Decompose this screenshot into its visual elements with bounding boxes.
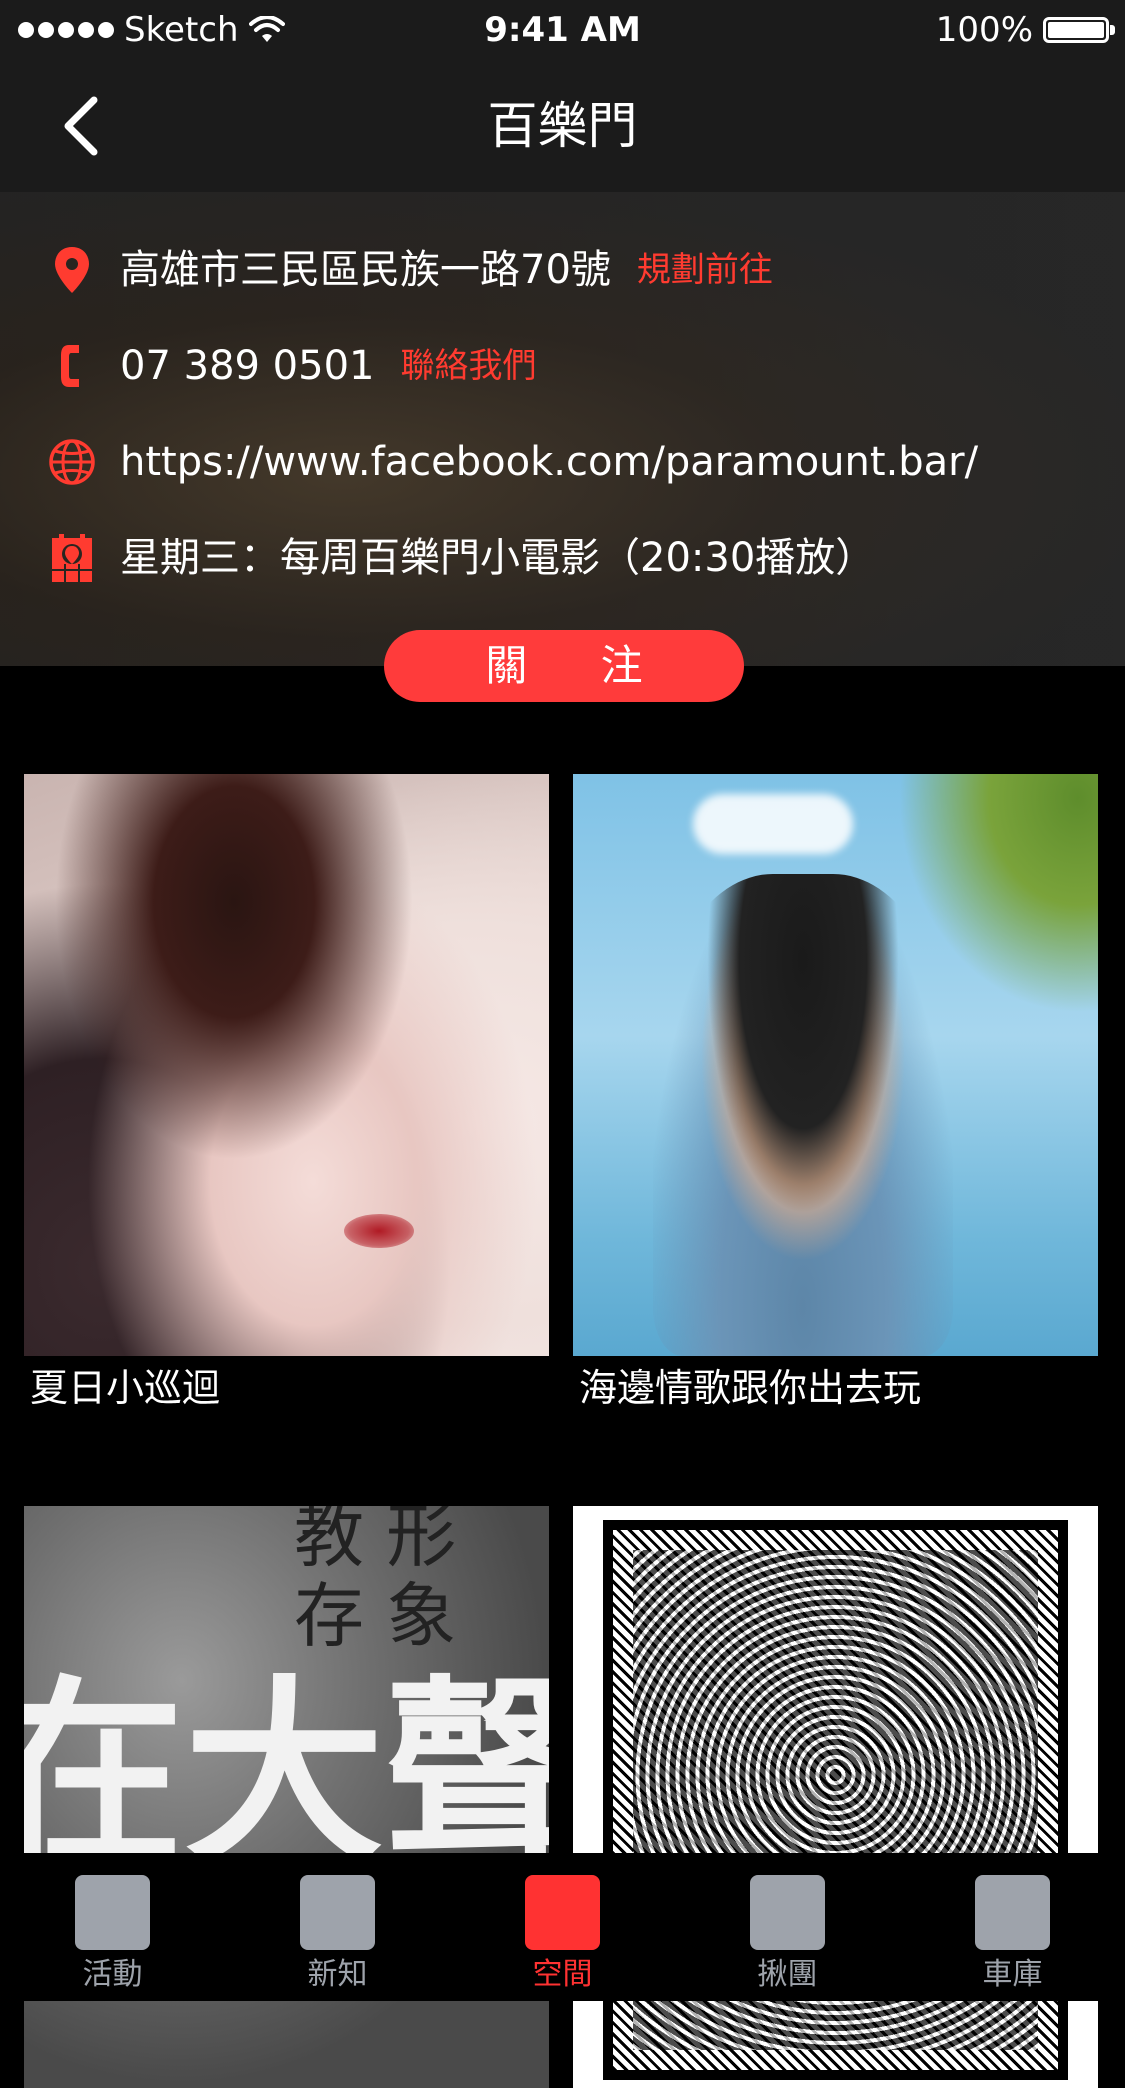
address-row: 高雄市三民區民族一路70號 規劃前往 (44, 240, 773, 300)
battery-percentage: 100% (935, 10, 1033, 50)
spaces-icon (525, 1875, 600, 1950)
phone-row: 07 389 0501 聯絡我們 (44, 336, 536, 396)
garage-icon (975, 1875, 1050, 1950)
tab-label: 車庫 (982, 1957, 1043, 1992)
tab-bar: 活動 新知 空間 揪團 車庫 (0, 1853, 1125, 2001)
image-text-top: 教 形 存 象 (294, 1506, 457, 1657)
location-pin-icon (44, 242, 100, 298)
groups-icon (750, 1875, 825, 1950)
directions-link[interactable]: 規劃前往 (637, 244, 773, 296)
tab-spaces[interactable]: 空間 (450, 1853, 675, 2001)
schedule-row: 星期三：每周百樂門小電影（20:30播放） (44, 528, 875, 588)
phone-icon (44, 338, 100, 394)
tab-groups[interactable]: 揪團 (675, 1853, 900, 2001)
contact-us-link[interactable]: 聯絡我們 (400, 340, 536, 392)
address-text: 高雄市三民區民族一路70號 (120, 247, 611, 293)
event-card[interactable]: 夏日小巡迴 (24, 774, 549, 1416)
phone-number: 07 389 0501 (120, 343, 375, 389)
calendar-event-icon (44, 530, 100, 586)
page-title: 百樂門 (487, 97, 638, 155)
navigation-bar: 百樂門 (0, 62, 1125, 192)
event-image (24, 774, 549, 1356)
schedule-text: 星期三：每周百樂門小電影（20:30播放） (120, 535, 876, 581)
event-image (573, 774, 1098, 1356)
globe-icon (44, 434, 100, 490)
tab-activities[interactable]: 活動 (0, 1853, 225, 2001)
website-link[interactable]: https://www.facebook.com/paramount.bar/ (120, 436, 978, 488)
event-title: 海邊情歌跟你出去玩 (579, 1366, 922, 1410)
follow-button[interactable]: 關 注 (384, 630, 744, 702)
activities-icon (75, 1875, 150, 1950)
tab-label: 空間 (532, 1957, 593, 1992)
tab-label: 揪團 (757, 1957, 818, 1992)
website-row: https://www.facebook.com/paramount.bar/ (44, 432, 978, 492)
tab-news[interactable]: 新知 (225, 1853, 450, 2001)
news-icon (300, 1875, 375, 1950)
tab-label: 活動 (82, 1957, 143, 1992)
status-bar: Sketch 9:41 AM 100% (0, 0, 1125, 62)
image-text: 在大聲 (24, 1659, 549, 1892)
event-card[interactable]: 海邊情歌跟你出去玩 (573, 774, 1098, 1416)
tab-garage[interactable]: 車庫 (900, 1853, 1125, 2001)
tab-label: 新知 (307, 1957, 368, 1992)
event-title: 夏日小巡迴 (30, 1366, 221, 1410)
status-right: 100% (935, 10, 1115, 50)
battery-icon (1043, 17, 1115, 43)
